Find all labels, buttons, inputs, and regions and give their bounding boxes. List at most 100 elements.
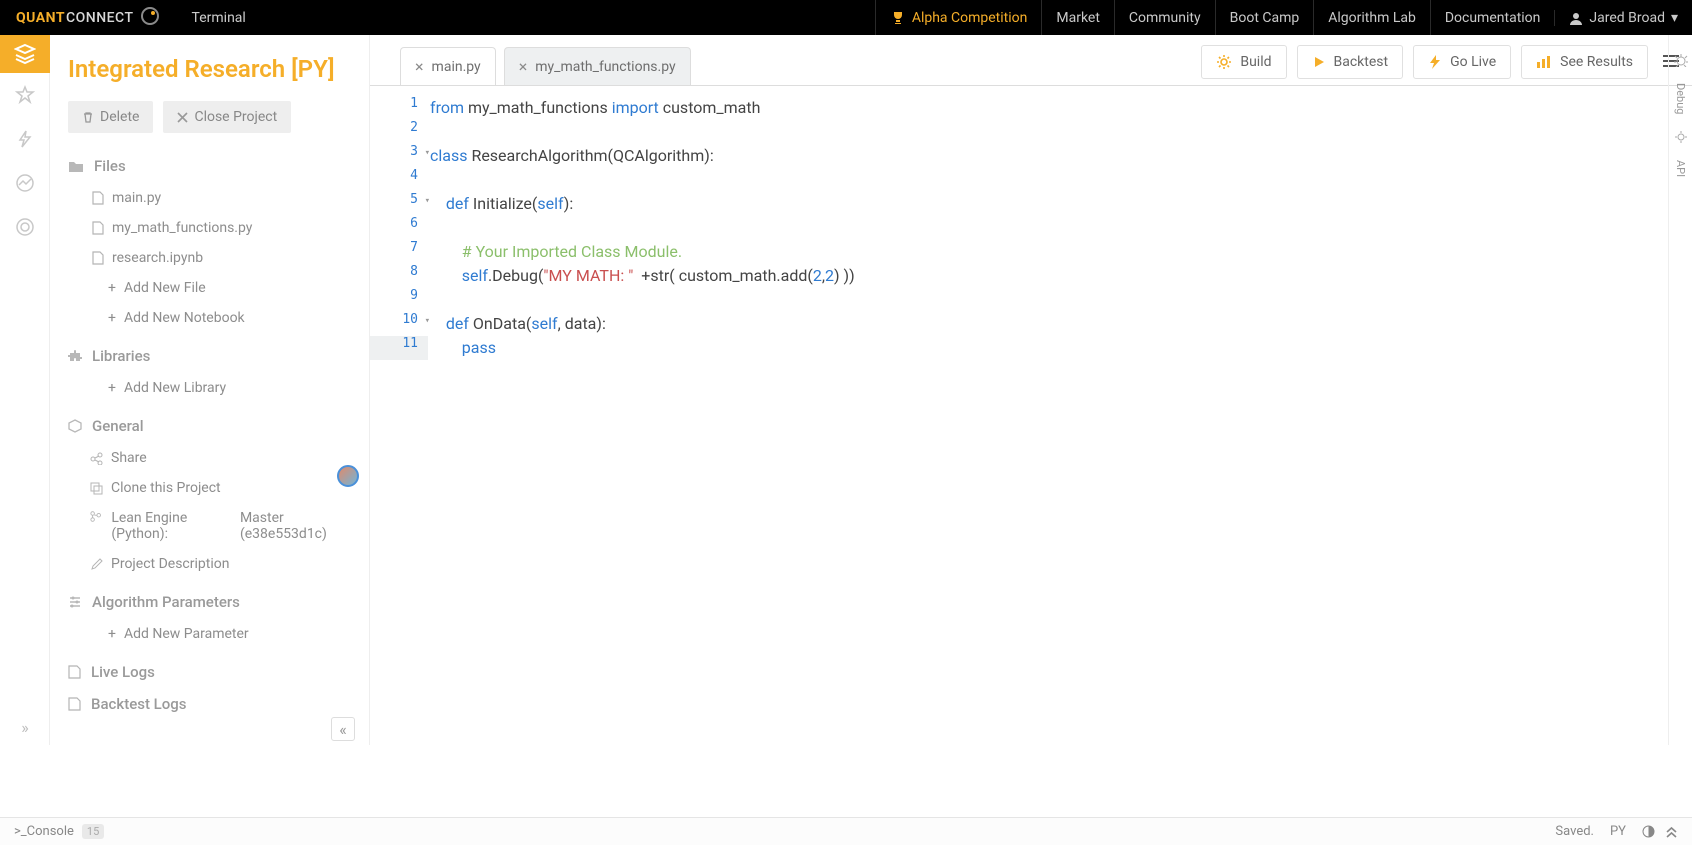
file-icon bbox=[92, 191, 104, 205]
branch-icon bbox=[90, 510, 101, 523]
statusbar: >_Console 15 Saved. PY bbox=[0, 817, 1692, 845]
share-icon bbox=[90, 452, 103, 465]
play-icon bbox=[1312, 55, 1326, 69]
add-new-file[interactable]: Add New File bbox=[68, 273, 357, 303]
live-logs-head[interactable]: Live Logs bbox=[68, 663, 357, 681]
contrast-icon[interactable] bbox=[1642, 825, 1655, 838]
general-section-head[interactable]: General bbox=[68, 417, 357, 435]
go-live-button[interactable]: Go Live bbox=[1413, 45, 1511, 79]
bug-icon[interactable] bbox=[1674, 53, 1688, 67]
editor-tabs: × main.py × my_math_functions.py bbox=[400, 47, 691, 85]
editor-body[interactable]: 1234567891011 from my_math_functions imp… bbox=[370, 85, 1692, 745]
nav-alpha-competition[interactable]: Alpha Competition bbox=[875, 0, 1042, 35]
nav-algorithm-lab[interactable]: Algorithm Lab bbox=[1313, 0, 1430, 35]
bolt-icon bbox=[1428, 54, 1442, 70]
user-icon bbox=[1569, 11, 1583, 25]
close-project-button[interactable]: Close Project bbox=[163, 101, 291, 133]
leftbar-chart[interactable] bbox=[0, 161, 50, 205]
nav-market[interactable]: Market bbox=[1041, 0, 1114, 35]
brand-quant: QUANT bbox=[16, 10, 65, 26]
editor-region: × main.py × my_math_functions.py Build B… bbox=[370, 35, 1692, 745]
trash-icon bbox=[82, 111, 94, 123]
brand-swirl-icon bbox=[140, 6, 160, 30]
nav-documentation[interactable]: Documentation bbox=[1430, 0, 1555, 35]
backtest-logs-head[interactable]: Backtest Logs bbox=[68, 695, 357, 713]
tab-my-math-functions-py[interactable]: × my_math_functions.py bbox=[504, 47, 691, 85]
target-icon bbox=[15, 217, 35, 237]
params-section-head[interactable]: Algorithm Parameters bbox=[68, 593, 357, 611]
nav-community[interactable]: Community bbox=[1114, 0, 1215, 35]
gear-icon bbox=[1216, 54, 1232, 70]
leftbar-expand[interactable]: » bbox=[0, 709, 50, 745]
chevron-left-icon: « bbox=[339, 720, 347, 739]
delete-button[interactable]: Delete bbox=[68, 101, 153, 133]
libraries-section-head[interactable]: Libraries bbox=[68, 347, 357, 365]
add-new-notebook[interactable]: Add New Notebook bbox=[68, 303, 357, 333]
trophy-icon bbox=[890, 10, 906, 26]
file-icon bbox=[68, 665, 81, 679]
sliders-icon bbox=[68, 595, 82, 609]
file-icon bbox=[68, 697, 81, 711]
folder-icon bbox=[68, 159, 84, 173]
gutter: 1234567891011 bbox=[370, 86, 428, 745]
right-rail-api[interactable]: API bbox=[1674, 160, 1687, 177]
sidebar: Integrated Research [PY] Delete Close Pr… bbox=[50, 35, 370, 745]
leftbar-star[interactable] bbox=[0, 73, 50, 117]
topbar: QUANT CONNECT Terminal Alpha Competition… bbox=[0, 0, 1692, 35]
leftbar-target[interactable] bbox=[0, 205, 50, 249]
action-buttons: Build Backtest Go Live See Results bbox=[691, 45, 1680, 85]
chevron-up-double-icon[interactable] bbox=[1665, 825, 1678, 838]
add-new-library[interactable]: Add New Library bbox=[68, 373, 357, 403]
star-icon bbox=[15, 85, 35, 105]
collaborator-avatar[interactable] bbox=[337, 465, 359, 487]
layers-icon bbox=[14, 43, 36, 65]
clone-project-button[interactable]: Clone this Project bbox=[68, 473, 357, 503]
nav-bootcamp[interactable]: Boot Camp bbox=[1215, 0, 1314, 35]
file-research-ipynb[interactable]: research.ipynb bbox=[68, 243, 357, 273]
topbar-title: Terminal bbox=[192, 10, 246, 26]
collapse-sidebar-button[interactable]: « bbox=[331, 717, 355, 741]
console-toggle[interactable]: >_Console 15 bbox=[14, 824, 104, 839]
files-section-head[interactable]: Files bbox=[68, 157, 357, 175]
chevron-down-icon: ▾ bbox=[1671, 10, 1678, 26]
close-icon[interactable]: × bbox=[415, 59, 424, 75]
file-icon bbox=[92, 251, 104, 265]
share-button[interactable]: Share bbox=[68, 443, 357, 473]
user-menu[interactable]: Jared Broad ▾ bbox=[1554, 10, 1692, 26]
tab-main-py[interactable]: × main.py bbox=[400, 47, 496, 85]
right-rail-debug[interactable]: Debug bbox=[1674, 83, 1687, 114]
topnav: Alpha Competition Market Community Boot … bbox=[875, 0, 1555, 35]
add-new-parameter[interactable]: Add New Parameter bbox=[68, 619, 357, 649]
status-language: PY bbox=[1610, 824, 1626, 839]
gear-icon[interactable] bbox=[1674, 130, 1688, 144]
editor-topbar: × main.py × my_math_functions.py Build B… bbox=[370, 35, 1692, 85]
leftbar: » bbox=[0, 35, 50, 745]
file-main-py[interactable]: main.py bbox=[68, 183, 357, 213]
copy-icon bbox=[90, 482, 103, 495]
brand-connect: CONNECT bbox=[66, 10, 134, 26]
close-icon bbox=[177, 112, 188, 123]
console-badge: 15 bbox=[82, 824, 104, 839]
chevron-right-icon: » bbox=[21, 718, 29, 737]
see-results-button[interactable]: See Results bbox=[1521, 45, 1648, 79]
lean-engine-row[interactable]: Lean Engine (Python): Master (e38e553d1c… bbox=[68, 503, 357, 549]
leftbar-active-tab[interactable] bbox=[0, 35, 50, 73]
backtest-button[interactable]: Backtest bbox=[1297, 45, 1404, 79]
status-saved: Saved. bbox=[1555, 824, 1594, 839]
bolt-icon bbox=[15, 129, 35, 149]
project-description-button[interactable]: Project Description bbox=[68, 549, 357, 579]
file-my-math-functions-py[interactable]: my_math_functions.py bbox=[68, 213, 357, 243]
chart-icon bbox=[15, 173, 35, 193]
right-rail: Debug API bbox=[1668, 35, 1692, 745]
code-area[interactable]: from my_math_functions import custom_mat… bbox=[428, 86, 1692, 745]
edit-icon bbox=[90, 558, 103, 571]
build-button[interactable]: Build bbox=[1201, 45, 1286, 79]
close-icon[interactable]: × bbox=[519, 59, 528, 75]
brand[interactable]: QUANT CONNECT bbox=[0, 6, 176, 30]
file-icon bbox=[92, 221, 104, 235]
puzzle-icon bbox=[68, 349, 82, 363]
project-title: Integrated Research [PY] bbox=[68, 55, 357, 83]
bars-icon bbox=[1536, 55, 1552, 69]
leftbar-bolt[interactable] bbox=[0, 117, 50, 161]
cube-icon bbox=[68, 419, 82, 433]
